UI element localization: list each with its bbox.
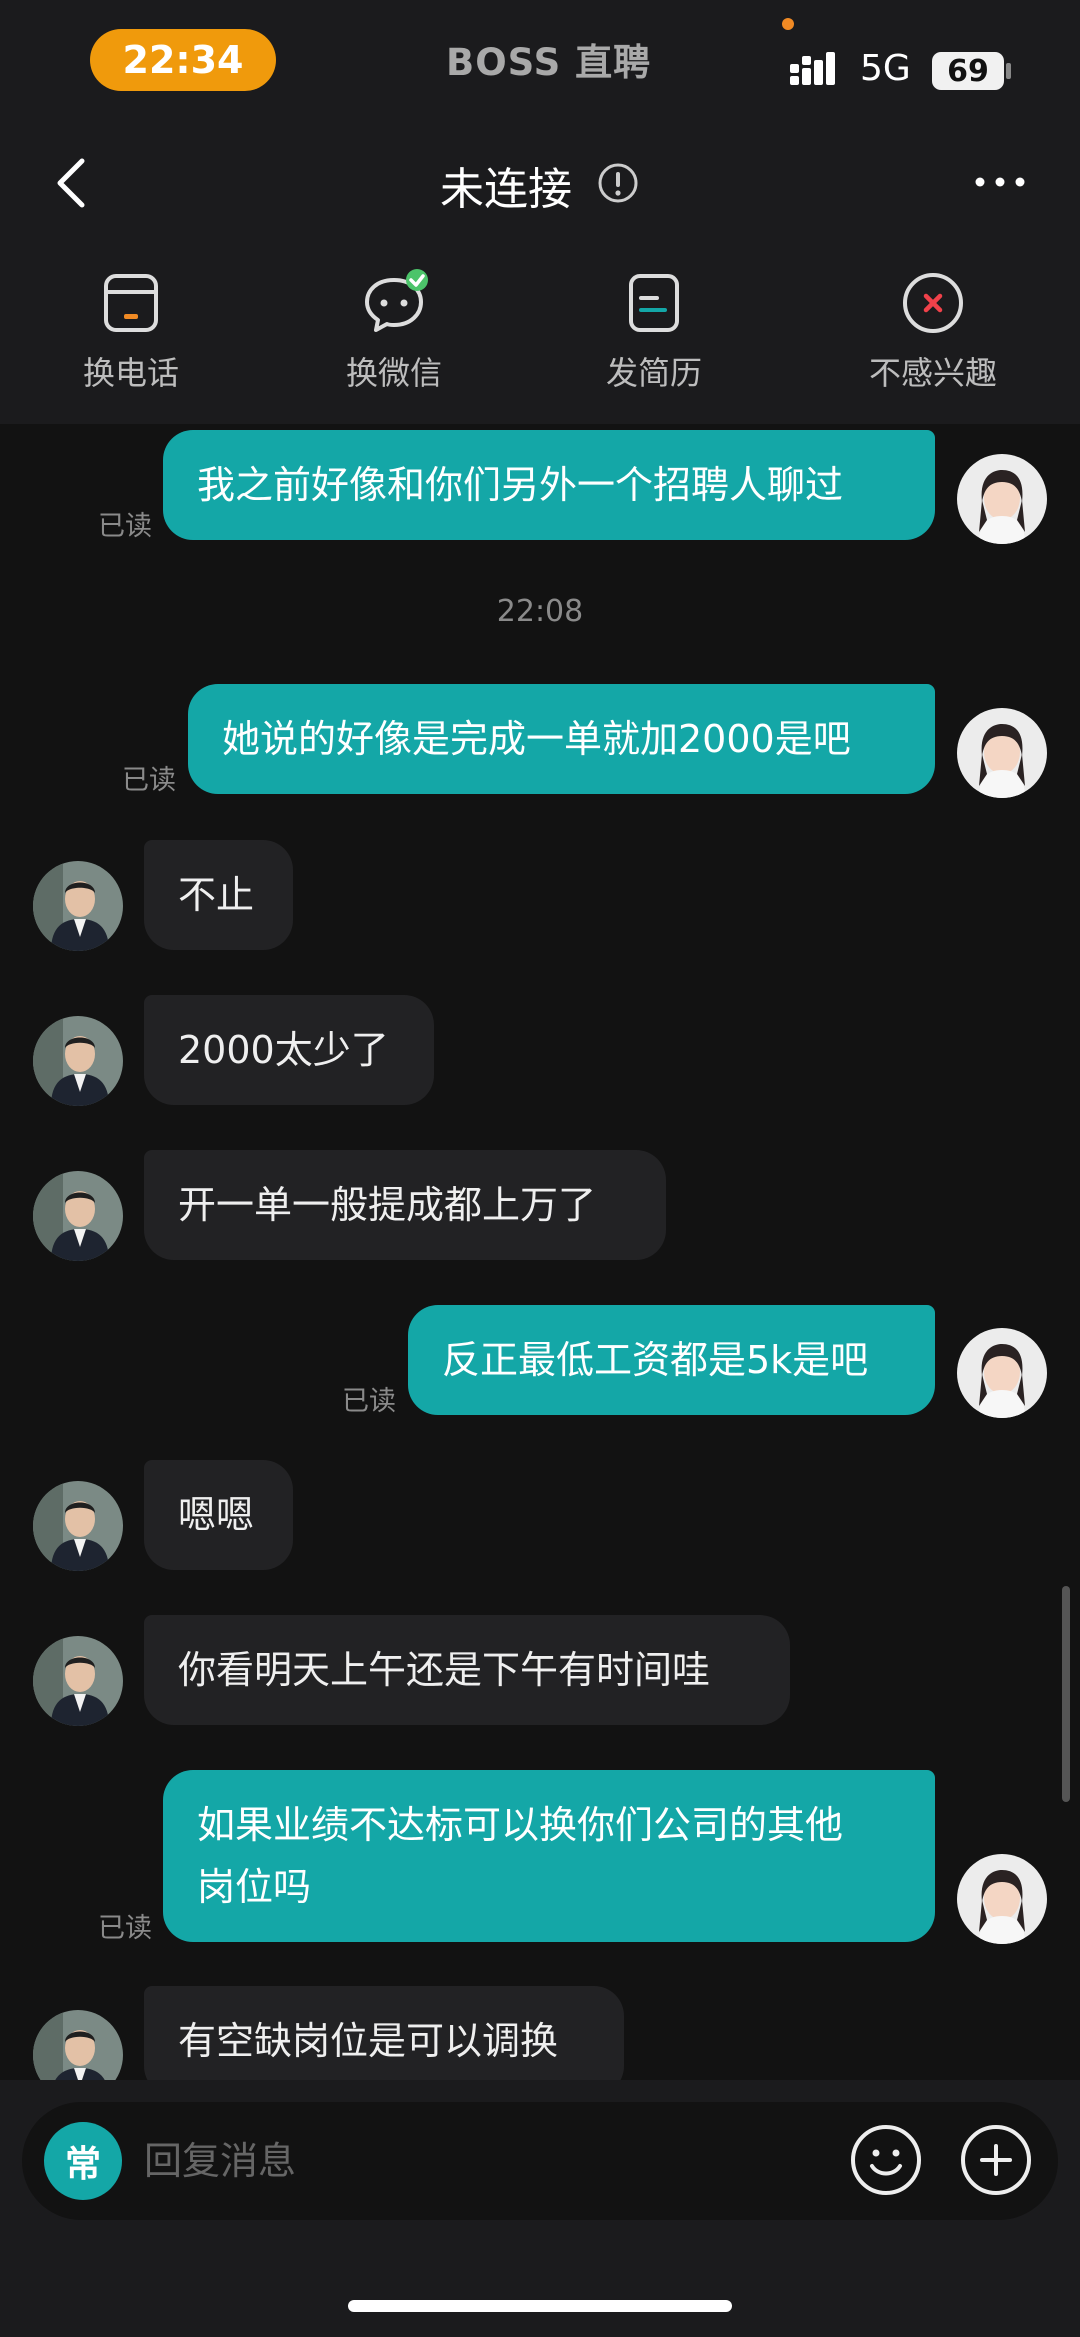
network-type: 5G [860,48,911,89]
message-bubble[interactable]: 开一单一般提成都上万了 [144,1150,666,1260]
close-circle-icon [903,273,963,333]
read-receipt: 已读 [98,511,152,542]
message-text-line2: 岗位吗 [197,1865,312,1909]
message-text: 2000太少了 [178,1028,389,1072]
message-bubble[interactable]: 她说的好像是完成一单就加2000是吧 [188,684,935,794]
avatar[interactable] [33,1481,123,1571]
wechat-chat-icon [365,269,428,332]
common-phrases-button[interactable]: 常 [44,2122,122,2200]
action-label: 不感兴趣 [868,354,997,392]
read-receipt: 已读 [122,765,176,796]
input-bar: 常 [0,2080,1080,2337]
message-text: 开一单一般提成都上万了 [178,1183,597,1227]
action-bar: 换电话 换微信 发简历 不感兴趣 [0,240,1080,424]
message-text: 你看明天上午还是下午有时间哇 [178,1648,711,1692]
chevron-left-icon[interactable] [44,153,104,213]
action-label: 换微信 [345,354,442,392]
phone-card-icon [104,274,158,332]
home-indicator[interactable] [348,2300,732,2312]
send-resume-button[interactable]: 发简历 [564,268,744,394]
input-container: 常 [22,2102,1058,2220]
info-circle-icon[interactable] [596,161,640,205]
message-bubble[interactable]: 如果业绩不达标可以换你们公司的其他 岗位吗 [163,1770,935,1942]
signal-icon [790,52,835,85]
status-time: 22:34 [90,29,276,91]
avatar[interactable] [33,1636,123,1726]
message-bubble[interactable]: 嗯嗯 [144,1460,293,1570]
message-bubble[interactable]: 反正最低工资都是5k是吧 [408,1305,935,1415]
more-dots-icon[interactable] [970,167,1030,197]
avatar[interactable] [957,1854,1047,1944]
avatar[interactable] [33,2010,123,2080]
chat-header: 未连接 [0,125,1080,240]
avatar[interactable] [957,454,1047,544]
message-bubble[interactable]: 有空缺岗位是可以调换 [144,1986,624,2080]
plus-circle-icon[interactable] [958,2122,1034,2198]
message-text: 不止 [178,873,255,917]
message-text: 嗯嗯 [178,1493,255,1537]
read-receipt: 已读 [342,1386,396,1417]
scrollbar[interactable] [1062,1586,1070,1802]
message-text: 反正最低工资都是5k是吧 [442,1338,869,1382]
chat-area[interactable]: 已读 我之前好像和你们另外一个招聘人聊过 22:08 已读 她说的好像是完成一单… [0,424,1080,2080]
action-label: 换电话 [82,354,179,392]
avatar[interactable] [33,1016,123,1106]
message-text: 她说的好像是完成一单就加2000是吧 [222,717,851,761]
read-receipt: 已读 [98,1913,152,1944]
emoji-smile-icon[interactable] [848,2122,924,2198]
avatar[interactable] [33,861,123,951]
recording-dot [782,18,794,30]
avatar[interactable] [957,1328,1047,1418]
battery-tip [1006,63,1011,79]
avatar[interactable] [33,1171,123,1261]
message-bubble[interactable]: 不止 [144,840,293,950]
not-interested-button[interactable]: 不感兴趣 [843,268,1023,394]
swap-wechat-button[interactable]: 换微信 [304,268,484,394]
action-label: 发简历 [605,354,702,392]
resume-icon [629,274,679,332]
swap-phone-button[interactable]: 换电话 [41,268,221,394]
page-title: 未连接 [440,164,572,215]
reply-input[interactable] [142,2130,566,2192]
message-bubble[interactable]: 2000太少了 [144,995,434,1105]
message-bubble[interactable]: 你看明天上午还是下午有时间哇 [144,1615,790,1725]
status-bar: 22:34 BOSS 直聘 5G 69 [0,0,1080,125]
app-name: BOSS 直聘 [446,41,652,84]
message-text: 有空缺岗位是可以调换 [178,2019,559,2063]
message-bubble[interactable]: 我之前好像和你们另外一个招聘人聊过 [163,430,935,540]
avatar[interactable] [957,708,1047,798]
message-text: 我之前好像和你们另外一个招聘人聊过 [197,463,844,507]
battery-level: 69 [932,52,1004,90]
message-text-line1: 如果业绩不达标可以换你们公司的其他 [197,1803,844,1847]
timestamp: 22:08 [496,594,584,629]
